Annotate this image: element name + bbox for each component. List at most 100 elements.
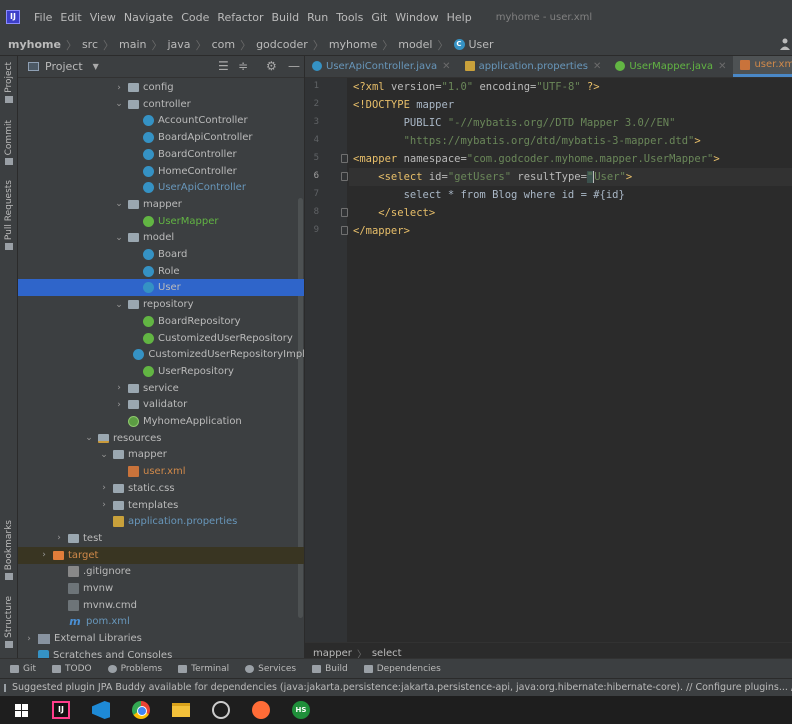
chevron-right-icon[interactable]: › xyxy=(99,483,109,493)
taskbar-vscode[interactable] xyxy=(90,699,112,721)
user-icon[interactable] xyxy=(780,38,790,50)
tree-item[interactable]: ⌄ repository xyxy=(18,296,304,313)
chevron-down-icon[interactable]: ▼ xyxy=(93,62,99,71)
tree-item[interactable]: Board xyxy=(18,246,304,263)
tool-todo[interactable]: TODO xyxy=(52,664,92,674)
tab-user-xml[interactable]: user.xml ✕ xyxy=(733,56,792,77)
tree-item[interactable]: › External Libraries xyxy=(18,630,304,647)
tool-git[interactable]: Git xyxy=(10,664,36,674)
taskbar-hs[interactable]: HS xyxy=(290,699,312,721)
chevron-down-icon[interactable]: ⌄ xyxy=(84,433,94,443)
menu-build[interactable]: Build xyxy=(272,11,300,24)
taskbar-github[interactable] xyxy=(210,699,232,721)
fold-marker-icon[interactable] xyxy=(341,172,348,181)
tree-item[interactable]: User xyxy=(18,279,304,297)
code-editor[interactable]: <?xml version="1.0" encoding="UTF-8" ?> … xyxy=(349,78,792,642)
tree-item[interactable]: ⌄ model xyxy=(18,229,304,246)
menu-help[interactable]: Help xyxy=(447,11,472,24)
chevron-right-icon[interactable]: › xyxy=(54,533,64,543)
tab-bookmarks[interactable]: Bookmarks xyxy=(1,520,17,581)
tree-item[interactable]: ⌄ controller xyxy=(18,96,304,113)
tree-item[interactable]: CustomizedUserRepository xyxy=(18,330,304,347)
chevron-down-icon[interactable]: ⌄ xyxy=(114,199,124,209)
close-icon[interactable]: ✕ xyxy=(442,61,450,72)
tree-item[interactable]: Role xyxy=(18,263,304,280)
tree-item[interactable]: › config xyxy=(18,79,304,96)
nav-crumb-main[interactable]: main xyxy=(119,38,146,51)
menu-refactor[interactable]: Refactor xyxy=(217,11,263,24)
chevron-down-icon[interactable]: ⌄ xyxy=(99,450,109,460)
tab-application-properties[interactable]: application.properties ✕ xyxy=(458,56,609,77)
tree-item[interactable]: mvnw xyxy=(18,580,304,597)
status-message[interactable]: Suggested plugin JPA Buddy available for… xyxy=(12,682,792,693)
tree-item[interactable]: HomeController xyxy=(18,163,304,180)
tool-services[interactable]: Services xyxy=(245,664,296,674)
menu-code[interactable]: Code xyxy=(181,11,209,24)
tree-item[interactable]: BoardApiController xyxy=(18,129,304,146)
tree-item[interactable]: mvnw.cmd xyxy=(18,597,304,614)
menu-edit[interactable]: Edit xyxy=(60,11,81,24)
tab-userapicontroller[interactable]: UserApiController.java ✕ xyxy=(305,56,458,77)
tree-item[interactable]: › test xyxy=(18,530,304,547)
nav-crumb-com[interactable]: com xyxy=(212,38,236,51)
tab-structure[interactable]: Structure xyxy=(1,596,17,648)
tree-item[interactable]: m pom.xml xyxy=(18,613,304,630)
nav-crumb-current[interactable]: User xyxy=(469,38,494,51)
chevron-down-icon[interactable]: ⌄ xyxy=(114,99,124,109)
menu-tools[interactable]: Tools xyxy=(336,11,363,24)
tree-item[interactable]: › service xyxy=(18,380,304,397)
tree-item[interactable]: UserRepository xyxy=(18,363,304,380)
notification-icon[interactable] xyxy=(4,683,6,692)
chevron-right-icon[interactable]: › xyxy=(24,634,34,644)
tree-item[interactable]: › static.css xyxy=(18,480,304,497)
close-icon[interactable]: ✕ xyxy=(718,61,726,72)
tree-item[interactable]: user.xml xyxy=(18,463,304,480)
tab-pull-requests[interactable]: Pull Requests xyxy=(1,180,17,251)
tool-dependencies[interactable]: Dependencies xyxy=(363,664,441,674)
menu-navigate[interactable]: Navigate xyxy=(124,11,173,24)
tree-item[interactable]: BoardRepository xyxy=(18,313,304,330)
minimize-icon[interactable]: — xyxy=(288,59,300,73)
tree-item[interactable]: .gitignore xyxy=(18,563,304,580)
tab-project[interactable]: Project xyxy=(1,62,17,103)
expand-all-icon[interactable]: ≑ xyxy=(238,59,248,73)
tree-item[interactable]: application.properties xyxy=(18,513,304,530)
tree-item[interactable]: ⌄ resources xyxy=(18,430,304,447)
menu-file[interactable]: File xyxy=(34,11,52,24)
chevron-down-icon[interactable]: ⌄ xyxy=(114,233,124,243)
gear-icon[interactable]: ⚙ xyxy=(266,59,277,73)
project-panel-title[interactable]: Project xyxy=(45,60,83,73)
tree-item[interactable]: › validator xyxy=(18,396,304,413)
tree-item[interactable]: BoardController xyxy=(18,146,304,163)
chevron-right-icon[interactable]: › xyxy=(114,400,124,410)
tree-item[interactable]: › templates xyxy=(18,497,304,514)
tree-item[interactable]: MyhomeApplication xyxy=(18,413,304,430)
tree-item[interactable]: UserApiController xyxy=(18,179,304,196)
menu-run[interactable]: Run xyxy=(307,11,328,24)
taskbar-chrome[interactable] xyxy=(130,699,152,721)
tree-item[interactable]: ⌄ mapper xyxy=(18,446,304,463)
taskbar-intellij[interactable]: IJ xyxy=(50,699,72,721)
menu-git[interactable]: Git xyxy=(371,11,387,24)
taskbar-file-explorer[interactable] xyxy=(170,699,192,721)
fold-marker-icon[interactable] xyxy=(341,208,348,217)
tree-item[interactable]: › target xyxy=(18,546,304,564)
menu-view[interactable]: View xyxy=(90,11,116,24)
nav-crumb-project[interactable]: myhome xyxy=(8,38,61,51)
nav-crumb-myhome[interactable]: myhome xyxy=(329,38,377,51)
close-icon[interactable]: ✕ xyxy=(593,61,601,72)
tool-problems[interactable]: Problems xyxy=(107,664,162,674)
collapse-all-icon[interactable]: ☰ xyxy=(218,59,229,73)
fold-marker-icon[interactable] xyxy=(341,226,348,235)
chevron-right-icon[interactable]: › xyxy=(99,500,109,510)
tree-item[interactable]: CustomizedUserRepositoryImpl xyxy=(18,346,304,363)
chevron-right-icon[interactable]: › xyxy=(114,383,124,393)
taskbar-postman[interactable] xyxy=(250,699,272,721)
menu-window[interactable]: Window xyxy=(395,11,438,24)
windows-start-button[interactable] xyxy=(10,699,32,721)
tree-item[interactable]: UserMapper xyxy=(18,213,304,230)
nav-crumb-src[interactable]: src xyxy=(82,38,98,51)
tree-item[interactable]: AccountController xyxy=(18,112,304,129)
nav-crumb-godcoder[interactable]: godcoder xyxy=(256,38,308,51)
chevron-right-icon[interactable]: › xyxy=(114,83,124,93)
